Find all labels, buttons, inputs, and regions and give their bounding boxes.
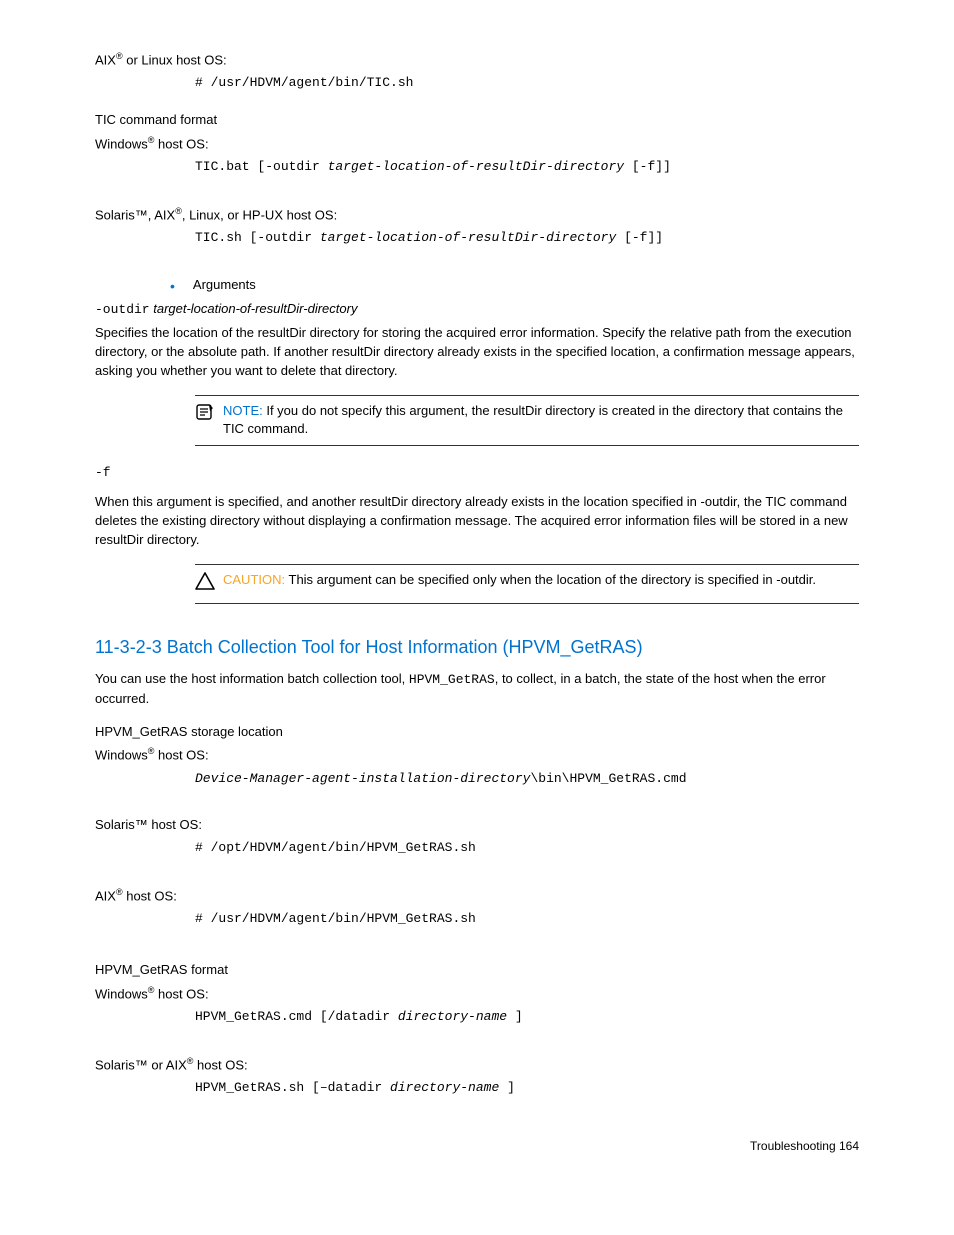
section-intro: You can use the host information batch c… [95,670,859,709]
text: [-f]] [624,159,671,174]
text: ] [499,1080,515,1095]
text: target-location-of-resultDir-directory [150,301,358,316]
text: Windows [95,748,148,763]
text: AIX [95,52,116,67]
text: host OS: [123,888,177,903]
note-body: NOTE: If you do not specify this argumen… [223,402,859,440]
text: Arguments [193,276,256,295]
sup: ® [175,206,182,216]
note-icon [195,402,223,428]
text: host OS: [154,748,208,763]
text: HPVM_GetRAS [409,672,495,687]
cmd-format-sol: HPVM_GetRAS.sh [–datadir directory-name … [195,1079,859,1098]
text: This argument can be specified only when… [289,572,817,587]
cmd-storage-win: Device-Manager-agent-installation-direct… [195,770,859,789]
text: If you do not specify this argument, the… [223,403,843,437]
os-label-win-format: Windows® host OS: [95,984,859,1004]
sup: ® [116,51,123,61]
text: ] [507,1009,523,1024]
text: directory-name [390,1080,499,1095]
os-label-sol-format: Solaris™ or AIX® host OS: [95,1055,859,1075]
arg-outdir: -outdir target-location-of-resultDir-dir… [95,300,859,320]
os-label-solaris: Solaris™, AIX®, Linux, or HP-UX host OS: [95,205,859,225]
arg-outdir-desc: Specifies the location of the resultDir … [95,324,859,381]
text: directory-name [398,1009,507,1024]
text: Windows [95,986,148,1001]
text: Solaris™ or AIX [95,1057,187,1072]
text: target-location-of-resultDir-directory [320,230,616,245]
caution-callout: CAUTION: This argument can be specified … [195,564,859,604]
os-label-aix-storage: AIX® host OS: [95,886,859,906]
text: , Linux, or HP-UX host OS: [182,207,337,222]
sup: ® [116,887,123,897]
caution-label: CAUTION: [223,572,289,587]
note-label: NOTE: [223,403,266,418]
text: -outdir [95,302,150,317]
os-label-windows: Windows® host OS: [95,134,859,154]
cmd-format-win: HPVM_GetRAS.cmd [/datadir directory-name… [195,1008,859,1027]
note-callout: NOTE: If you do not specify this argumen… [195,395,859,447]
text: HPVM_GetRAS.cmd [/datadir [195,1009,398,1024]
text: Solaris™, AIX [95,207,175,222]
bullet-arguments: Arguments [170,276,859,296]
os-label-win-storage: Windows® host OS: [95,745,859,765]
page-footer: Troubleshooting 164 [95,1138,859,1155]
os-label-sol-storage: Solaris™ host OS: [95,816,859,835]
text: Windows [95,136,148,151]
cmd-tic-win: TIC.bat [-outdir target-location-of-resu… [195,158,859,177]
text: host OS: [193,1057,247,1072]
text: AIX [95,888,116,903]
arg-f-flag: -f [95,464,859,483]
text: TIC.bat [-outdir [195,159,328,174]
text: target-location-of-resultDir-directory [328,159,624,174]
format-heading: HPVM_GetRAS format [95,961,859,980]
cmd-tic-sol: TIC.sh [-outdir target-location-of-resul… [195,229,859,248]
text: You can use the host information batch c… [95,671,409,686]
cmd-storage-sol: # /opt/HDVM/agent/bin/HPVM_GetRAS.sh [195,839,859,858]
cmd-storage-aix: # /usr/HDVM/agent/bin/HPVM_GetRAS.sh [195,910,859,929]
caution-icon [195,571,223,597]
section-heading: 11-3-2-3 Batch Collection Tool for Host … [95,634,859,660]
caution-body: CAUTION: This argument can be specified … [223,571,859,590]
heading-tic-format: TIC command format [95,111,859,130]
arg-f-desc: When this argument is specified, and ano… [95,493,859,550]
text: or Linux host OS: [123,52,227,67]
text: HPVM_GetRAS.sh [–datadir [195,1080,390,1095]
text: [-f]] [616,230,663,245]
text: TIC.sh [-outdir [195,230,320,245]
text: \bin\HPVM_GetRAS.cmd [530,771,686,786]
text: host OS: [154,986,208,1001]
os-label-aix-linux: AIX® or Linux host OS: [95,50,859,70]
text: host OS: [154,136,208,151]
storage-heading: HPVM_GetRAS storage location [95,723,859,742]
cmd-aix-linux: # /usr/HDVM/agent/bin/TIC.sh [195,74,859,93]
text: Device-Manager-agent-installation-direct… [195,771,530,786]
